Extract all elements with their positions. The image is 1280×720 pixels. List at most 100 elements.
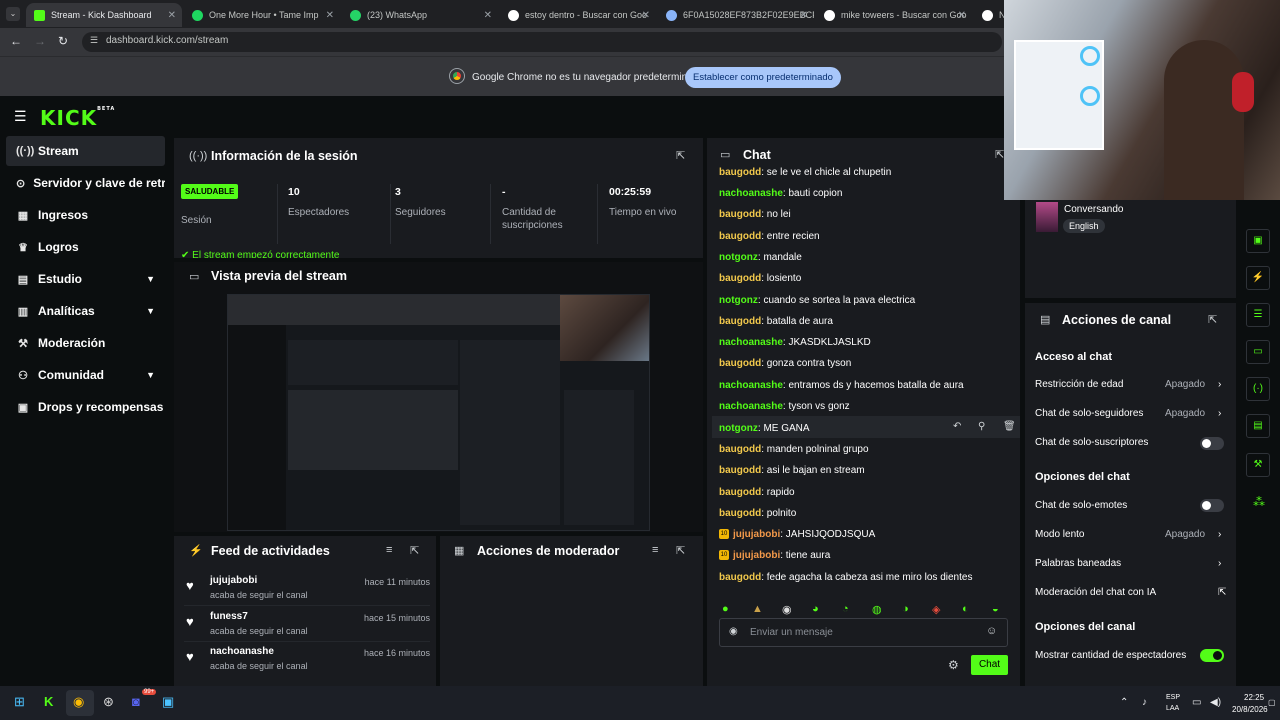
close-icon[interactable]: ✕ <box>326 10 334 21</box>
close-icon[interactable]: ✕ <box>800 10 808 21</box>
close-icon[interactable]: ✕ <box>642 10 650 21</box>
ai-moderation-row[interactable]: Moderación del chat con IA ⇱ <box>1035 587 1226 598</box>
reply-icon[interactable]: ↶ <box>953 421 961 432</box>
mic-icon[interactable]: ♪ <box>1142 697 1147 708</box>
follower-name[interactable]: nachoanashe <box>210 646 274 657</box>
tab-spotify[interactable]: One More Hour • Tame Imp ✕ <box>184 3 340 27</box>
preview-webcam <box>560 295 649 361</box>
stream-category[interactable]: Conversando <box>1064 204 1123 215</box>
stat-session: SALUDABLE Sesión <box>181 184 278 244</box>
reload-icon[interactable]: ↻ <box>58 34 68 48</box>
obs-icon[interactable]: ⊛ <box>103 694 114 710</box>
sub-badge-icon: 10 <box>719 529 729 540</box>
gear-icon[interactable]: ⚙ <box>948 658 959 672</box>
wrench-icon[interactable]: ⚒ <box>1246 453 1270 477</box>
show-viewer-count-toggle[interactable] <box>1200 649 1224 662</box>
emoji-icon[interactable]: ☺ <box>986 625 997 637</box>
discord-icon[interactable]: ◙ <box>132 694 140 709</box>
emote-icon[interactable]: ◈ <box>932 603 940 616</box>
subscribers-only-toggle[interactable] <box>1200 437 1224 450</box>
list-icon[interactable]: ☰ <box>1246 303 1270 327</box>
followers-only-row[interactable]: Chat de solo-seguidores Apagado › <box>1035 408 1225 419</box>
stream-preview-video[interactable] <box>227 294 650 531</box>
sidebar-item-server-key[interactable]: ⊙Servidor y clave de retransmisión <box>6 168 165 198</box>
sidebar-item-ingresos[interactable]: ▦ Ingresos <box>6 200 165 230</box>
expand-icon[interactable]: ⇱ <box>1208 313 1217 326</box>
back-icon[interactable]: ← <box>10 34 22 48</box>
follower-name[interactable]: jujujabobi <box>210 575 257 586</box>
sidebar-item-comunidad[interactable]: ⚇ Comunidad ▼ <box>6 360 165 390</box>
emote-icon[interactable]: ● <box>722 603 729 615</box>
lightning-icon[interactable]: ⚡ <box>1246 266 1270 290</box>
emote-icon[interactable]: ▲ <box>752 603 763 615</box>
emote-icon[interactable]: ◍ <box>872 603 882 616</box>
analytics-icon: ▥ <box>17 305 29 318</box>
sidebar-item-analiticas[interactable]: ▥ Analíticas ▼ <box>6 296 165 326</box>
chat-message: baugodd: asi le bajan en stream <box>719 465 865 476</box>
expand-icon[interactable]: ⇱ <box>676 544 685 557</box>
lang-indicator[interactable]: ESP <box>1166 694 1180 701</box>
notifications-icon[interactable]: ▢ <box>1268 698 1276 707</box>
clock-time[interactable]: 22:25 <box>1244 693 1264 702</box>
app-icon[interactable]: ▣ <box>162 694 174 710</box>
layout-indicator[interactable]: LAA <box>1166 705 1179 712</box>
expand-icon[interactable]: ⇱ <box>410 544 419 557</box>
set-default-button[interactable]: Establecer como predeterminado <box>685 67 841 88</box>
expand-icon[interactable]: ⇱ <box>676 149 685 162</box>
chat-input[interactable]: ◉ Enviar un mensaje ☺ <box>719 618 1008 647</box>
chat-icon[interactable]: ▭ <box>1246 340 1270 364</box>
expand-icon[interactable]: ⇱ <box>995 148 1004 161</box>
site-info-icon[interactable]: ☰ <box>90 35 98 46</box>
close-icon[interactable]: ✕ <box>958 10 966 21</box>
kick-app-icon[interactable]: K <box>44 694 53 709</box>
emote-icon[interactable]: ◑ <box>902 603 909 615</box>
kick-logo[interactable]: KICKBETA <box>40 106 115 130</box>
delete-icon[interactable]: 🗑 <box>1003 421 1016 432</box>
forward-icon[interactable]: → <box>34 34 46 48</box>
sidebar-item-estudio[interactable]: ▤ Estudio ▼ <box>6 264 165 294</box>
menu-icon[interactable]: ☰ <box>14 108 27 125</box>
emote-icon[interactable]: ◒ <box>992 603 999 615</box>
follower-name[interactable]: funess7 <box>210 611 248 622</box>
close-icon[interactable]: ✕ <box>484 10 492 21</box>
filter-icon[interactable]: ≡ <box>386 544 392 556</box>
tab-search-icon[interactable]: ⌄ <box>6 7 20 21</box>
sidebar-item-stream[interactable]: ((·)) Stream <box>6 136 165 166</box>
chat-message: baugodd: losiento <box>719 273 802 284</box>
section-heading: Opciones del canal <box>1035 621 1136 633</box>
tab-google-search[interactable]: estoy dentro - Buscar con Goo ✕ <box>500 3 656 27</box>
tab-whatsapp[interactable]: (23) WhatsApp ✕ <box>342 3 498 27</box>
stat-label: Cantidad de suscripciones <box>502 207 563 231</box>
address-bar[interactable]: ☰ dashboard.kick.com/stream <box>82 32 1002 52</box>
emote-icon[interactable]: ◕ <box>812 603 819 615</box>
volume-icon[interactable]: ◀) <box>1210 697 1221 708</box>
slow-mode-row[interactable]: Modo lento Apagado › <box>1035 529 1225 540</box>
emote-icon[interactable]: ◉ <box>782 603 792 616</box>
stack-icon[interactable]: ▤ <box>1246 414 1270 438</box>
broadcast-icon[interactable]: (·) <box>1246 377 1270 401</box>
sidebar-item-moderacion[interactable]: ⚒ Moderación <box>6 328 165 358</box>
stat-viewers: 10 Espectadores <box>288 184 391 244</box>
emotes-only-toggle[interactable] <box>1200 499 1224 512</box>
sidebar-item-logros[interactable]: ♛ Logros <box>6 232 165 262</box>
tab-hash[interactable]: 6F0A15028EF873B2F02E9EBCF ✕ <box>658 3 814 27</box>
share-icon[interactable]: ⁂ <box>1253 495 1265 509</box>
tab-kick-dashboard[interactable]: Stream - Kick Dashboard ✕ <box>26 3 182 27</box>
filter-icon[interactable]: ≡ <box>652 544 658 556</box>
chrome-icon[interactable]: ◉ <box>73 694 84 710</box>
clock-date[interactable]: 20/8/2026 <box>1232 705 1268 714</box>
age-restriction-row[interactable]: Restricción de edad Apagado › <box>1035 379 1225 390</box>
close-icon[interactable]: ✕ <box>168 10 176 21</box>
emote-icon[interactable]: ◐ <box>962 603 969 615</box>
clip-icon[interactable]: ▣ <box>1246 229 1270 253</box>
sidebar-item-drops[interactable]: ▣ Drops y recompensas <box>6 392 165 422</box>
tray-chevron-icon[interactable]: ⌃ <box>1120 697 1128 708</box>
tab-google-search-2[interactable]: mike toweers - Buscar con Goo ✕ <box>816 3 972 27</box>
emote-icon[interactable]: ◔ <box>842 603 849 615</box>
banned-words-row[interactable]: Palabras baneadas › <box>1035 558 1225 569</box>
network-icon[interactable]: ▭ <box>1192 697 1201 708</box>
chat-send-button[interactable]: Chat <box>971 655 1008 675</box>
windows-start-icon[interactable]: ⊞ <box>14 694 25 710</box>
pin-icon[interactable]: ⚲ <box>978 421 985 432</box>
tab-partial[interactable]: N <box>974 3 1004 27</box>
